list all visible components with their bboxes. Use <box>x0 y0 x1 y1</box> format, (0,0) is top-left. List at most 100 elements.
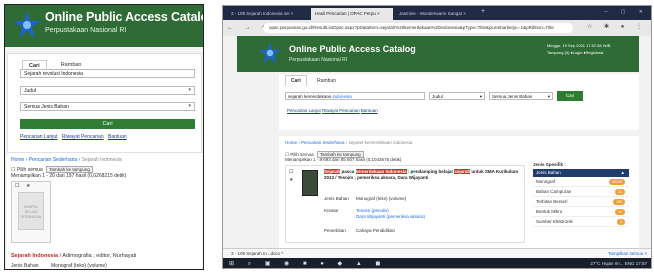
search-input[interactable]: sejarah kemerdekaan indonesia <box>285 92 425 100</box>
field-select[interactable]: Judul ▾ <box>20 86 195 95</box>
link-search-history[interactable]: Riwayat Pencarian <box>62 134 104 140</box>
search-button[interactable]: Cari <box>557 91 583 101</box>
url-field[interactable]: opac.perpusnas.go.id/ResultListOpac.aspx… <box>263 23 573 33</box>
search-links: Pencarian Lanjut Riwayat Pencarian Bantu… <box>20 134 130 140</box>
header-info: Minggu, 19 Sep 2021 17:57:56 WIB Tampung… <box>547 42 610 56</box>
opac-header: Online Public Access Catalog Perpustakaa… <box>237 36 639 72</box>
results-panel: Home › Pencarian Sederhana › sejarah kem… <box>279 136 639 248</box>
cover-placeholder: SAMPUL BELUM DITEMUKAN <box>18 192 44 230</box>
breadcrumb-home[interactable]: Home <box>285 140 297 145</box>
browser-tab[interactable]: Jasmine - Wonderwarm Sangat × <box>395 8 477 20</box>
meta-row: Jenis Bahan Monograf (teks) (volume) <box>11 263 107 269</box>
site-title: Online Public Access Catalog™ <box>45 10 204 24</box>
link-advanced-search[interactable]: Pencarian Lanjut <box>20 134 58 140</box>
address-bar-row: ← → ⟳ opac.perpusnas.go.id/ResultListOpa… <box>223 20 651 36</box>
tab-cari[interactable]: Cari <box>285 75 307 86</box>
browser-tabbar: 3 - 109 Sejarah Indonesia sei × Hasil Pe… <box>223 6 651 20</box>
facet-count: 8 <box>617 219 625 225</box>
material-select-value: Semua Jenis Bahan <box>24 104 69 110</box>
facet-item[interactable]: Monograf 85226 <box>533 177 629 187</box>
chevron-down-icon: ▾ <box>188 103 191 109</box>
breadcrumb-mid[interactable]: Pencarian Sederhana <box>301 140 345 145</box>
meta-value: Monograf (teks) (volume) <box>51 263 107 269</box>
query-text: sejarah kemerdekaan <box>288 94 333 99</box>
result-title[interactable]: Sejarah Indonesia / Adimografia ; editor… <box>11 253 136 259</box>
toolbar-icons[interactable]: ☆ ✱ ● ⋮ <box>587 23 647 30</box>
taskbar-icons[interactable]: ⊞ ⌕ ▣ ◉ ■ ● ◆ ▲ ◼ <box>229 260 386 268</box>
facet-label: Monograf <box>536 179 556 184</box>
star-icon[interactable]: ★ <box>289 177 293 183</box>
facet-label: Bahan Campuran <box>536 189 572 194</box>
facet-header[interactable]: Jenis Bahan ▲ <box>533 169 629 177</box>
download-item[interactable]: 3 - 109 Sejarah In...docx ^ <box>231 251 283 256</box>
browser-tab-active[interactable]: Hasil Pencarian | OPAC Perpu × <box>311 8 393 20</box>
checkbox-icon[interactable]: ☐ <box>15 183 19 189</box>
windows-taskbar: ⊞ ⌕ ▣ ◉ ■ ● ◆ ▲ ◼ 27°C Hujan rin... ENG … <box>223 258 651 268</box>
link-search-history[interactable]: Riwayat Pencarian <box>322 108 360 113</box>
opac-page: Online Public Access Catalog Perpustakaa… <box>223 36 651 248</box>
browser-tab[interactable]: 3 - 109 Sejarah Indonesia sei × <box>227 8 309 20</box>
star-icon[interactable]: ★ <box>26 183 30 189</box>
field-select[interactable]: Judul ▾ <box>429 92 485 100</box>
title-part: : pendamping belajar <box>406 169 455 174</box>
facet-count: 85226 <box>609 179 625 185</box>
meta-row: Jenis Bahan Monograf (teks) (volume) <box>324 196 406 202</box>
facet-item[interactable]: Bahan Campuran 21 <box>533 187 629 197</box>
new-tab-icon[interactable]: + <box>481 8 485 15</box>
checkbox-icon[interactable]: ☐ <box>289 169 293 175</box>
link-advanced-search[interactable]: Pencarian Lanjut <box>287 108 321 113</box>
user-links[interactable]: Tampung (0) ♦Login ♦Registrasi <box>547 49 610 56</box>
title-part: Sejarah <box>324 169 341 174</box>
link-help[interactable]: Bantuan <box>108 134 127 140</box>
facet-label: Sumber Elektronik <box>536 219 573 224</box>
search-input[interactable]: Sejarah revolusi Indonesia <box>20 69 195 78</box>
site-subtitle: Perpustakaan Nasional RI <box>45 27 127 34</box>
facet-header-label: Jenis Bahan <box>536 170 561 175</box>
breadcrumb-mid[interactable]: Pencarian Sederhana <box>29 157 77 163</box>
site-title: Online Public Access Catalog <box>289 44 416 54</box>
material-select[interactable]: Semua Jenis Bahan ▾ <box>20 102 195 111</box>
facet-count: 185 <box>613 199 625 205</box>
search-panel: Cari Rambun sejarah kemerdekaan indonesi… <box>279 74 639 130</box>
result-title-rest: / Adimografia ; editor, Nurhayati <box>58 253 137 259</box>
link-help[interactable]: Bantuan <box>361 108 378 113</box>
breadcrumb-current: sejarah kemerdekaan indonesia <box>348 140 413 145</box>
meta-key: Jenis Bahan <box>11 263 39 269</box>
field-select-value: Judul <box>432 94 443 99</box>
facet-item[interactable]: Bentuk Mikro 14 <box>533 207 629 217</box>
result-range: Menampilkan 1 - 20 dari 197 hasil (0,026… <box>11 173 127 179</box>
facet-item[interactable]: Sumber Elektronik 8 <box>533 217 629 227</box>
facet-label: Bentuk Mikro <box>536 209 563 214</box>
facet-panel: Jenis Spesifik : Jenis Bahan ▲ Monograf 85… <box>533 162 629 246</box>
result-title[interactable]: Sejarah pasca kemerdekaan Indonesia : pe… <box>324 169 520 181</box>
chevron-down-icon: ▾ <box>188 87 191 93</box>
meta-value: Monograf (teks) (volume) <box>356 196 407 201</box>
breadcrumb: Home › Pencarian Sederhana › Sejarah ind… <box>11 157 122 163</box>
title-part: kemerdekaan Indonesia <box>355 169 407 174</box>
chevron-down-icon: ▾ <box>547 94 550 99</box>
chevron-down-icon: ▾ <box>479 94 482 99</box>
search-button[interactable]: Cari <box>20 119 195 129</box>
facet-item[interactable]: Terbitan Berseri 185 <box>533 197 629 207</box>
meta-row: Penerbitan Cahaya Pendidikan <box>324 228 395 234</box>
breadcrumb-current: Sejarah indonesia <box>81 157 122 163</box>
show-all-downloads[interactable]: Tampilkan semua × <box>608 251 647 256</box>
meta-link[interactable]: Tesoim (penulis) <box>356 208 389 213</box>
field-select-value: Judul <box>24 88 36 94</box>
tab-rambun[interactable]: Rambun <box>312 76 341 86</box>
breadcrumb: Home › Pencarian Sederhana › sejarah kem… <box>285 140 412 145</box>
meta-row: Dara Wijayanti (pemeriksa aksara) <box>324 214 425 220</box>
meta-value: Cahaya Pendidikan <box>356 228 396 233</box>
results-panel: Home › Pencarian Sederhana › Sejarah ind… <box>7 153 202 269</box>
title-part: pasca <box>340 169 356 174</box>
mobile-screenshot: Online Public Access Catalog™ Perpustaka… <box>4 4 204 270</box>
book-cover <box>302 170 318 196</box>
breadcrumb-home[interactable]: Home <box>11 157 24 163</box>
caret-up-icon: ▲ <box>620 170 625 175</box>
window-controls[interactable]: – ▢ ✕ <box>605 9 649 15</box>
meta-link[interactable]: Dara Wijayanti (pemeriksa aksara) <box>356 214 425 219</box>
material-select[interactable]: Semua Jenis Bahan ▾ <box>489 92 553 100</box>
search-tabs: Cari Rambun <box>285 75 345 86</box>
add-to-tag-button[interactable]: Tambah ke tampung <box>46 166 93 173</box>
perpusnas-logo-icon <box>258 41 282 64</box>
